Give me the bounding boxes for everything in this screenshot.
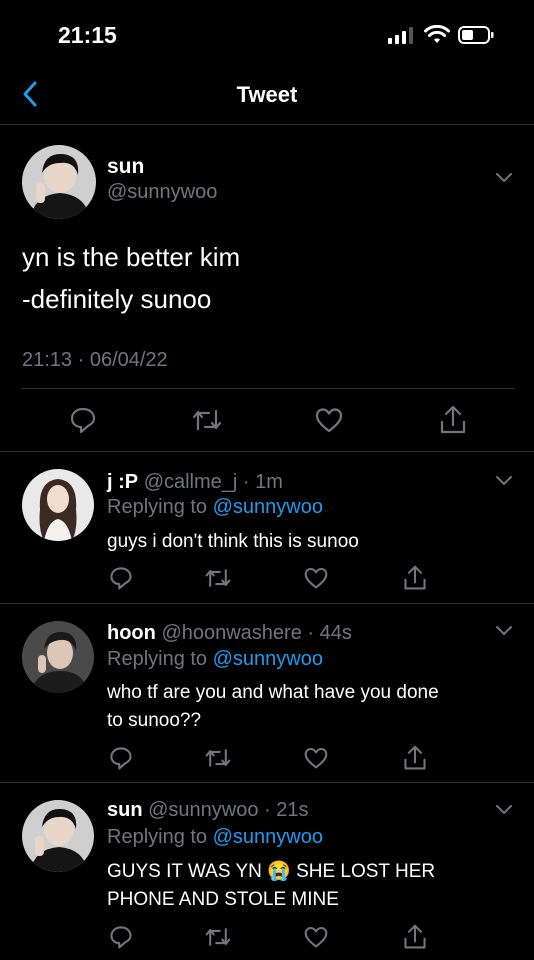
author-name[interactable]: sun [107, 799, 143, 821]
page-title: Tweet [236, 82, 298, 107]
reply-button[interactable] [68, 405, 98, 435]
like-button[interactable] [303, 746, 329, 770]
like-button[interactable] [303, 566, 329, 590]
author-handle[interactable]: @hoonwashere [161, 622, 301, 644]
share-icon [404, 565, 426, 590]
reply-icon [110, 567, 132, 590]
like-button[interactable] [314, 406, 344, 434]
status-time: 21:15 [58, 22, 117, 48]
retweet-icon [205, 749, 231, 767]
author-handle[interactable]: @callme_j [144, 471, 238, 493]
like-icon [304, 747, 328, 769]
retweet-button[interactable] [203, 924, 233, 950]
replying-to-label: Replying to [107, 648, 213, 670]
reply-text-line-1: GUYS IT WAS YN 😭 SHE LOST HER [107, 861, 436, 882]
more-chevron-icon [496, 805, 512, 815]
timestamp-divider [22, 388, 514, 389]
share-icon [404, 745, 426, 770]
reply-text-line-2: PHONE AND STOLE MINE [107, 889, 339, 910]
reply-meta: hoon @hoonwashere · 44s [107, 622, 352, 645]
reply-icon [70, 407, 96, 434]
status-icons [388, 24, 494, 46]
share-button[interactable] [402, 744, 428, 772]
author-handle[interactable]: @sunnywoo [107, 181, 217, 204]
cellular-signal-icon [388, 27, 413, 44]
like-icon [304, 567, 328, 589]
retweet-icon [205, 569, 231, 587]
replying-to-label: Replying to [107, 496, 213, 518]
reply-tweet[interactable]: sun @sunnywoo · 21s Replying to @sunnywo… [0, 783, 534, 960]
reply-button[interactable] [108, 924, 134, 950]
reply-icon [110, 926, 132, 949]
replying-to: Replying to @sunnywoo [107, 648, 323, 671]
avatar[interactable] [22, 621, 94, 693]
reply-button[interactable] [108, 745, 134, 771]
author-handle[interactable]: @sunnywoo [148, 799, 258, 821]
tweet-age: · 44s [307, 622, 352, 644]
replying-to: Replying to @sunnywoo [107, 496, 323, 519]
replying-to-handle[interactable]: @sunnywoo [213, 826, 323, 848]
more-chevron-icon [496, 626, 512, 636]
author-name[interactable]: hoon [107, 622, 156, 644]
reply-meta: j :P @callme_j · 1m [107, 471, 283, 494]
main-tweet[interactable]: sun @sunnywoo yn is the better kim -defi… [0, 125, 534, 450]
retweet-button[interactable] [203, 745, 233, 771]
wifi-icon [424, 25, 450, 43]
replying-to-label: Replying to [107, 826, 213, 848]
reply-icon [110, 747, 132, 770]
retweet-button[interactable] [190, 405, 224, 435]
tweet-age: · 21s [264, 799, 309, 821]
replying-to-handle[interactable]: @sunnywoo [213, 496, 323, 518]
reply-text-line-2: to sunoo?? [107, 710, 202, 731]
reply-text-line-1: guys i don't think this is sunoo [107, 531, 359, 552]
reply-tweet[interactable]: j :P @callme_j · 1m Replying to @sunnywo… [0, 452, 534, 602]
share-button[interactable] [402, 564, 428, 592]
replying-to-handle[interactable]: @sunnywoo [213, 648, 323, 670]
like-icon [315, 408, 343, 433]
tweet-text-line-1: yn is the better kim [22, 242, 241, 272]
more-options-button[interactable] [494, 803, 514, 817]
more-options-button[interactable] [494, 474, 514, 488]
reply-button[interactable] [108, 565, 134, 591]
share-button[interactable] [438, 404, 468, 436]
replying-to: Replying to @sunnywoo [107, 826, 323, 849]
more-options-button[interactable] [494, 171, 514, 185]
avatar[interactable] [22, 800, 94, 872]
reply-tweet[interactable]: hoon @hoonwashere · 44s Replying to @sun… [0, 604, 534, 782]
retweet-button[interactable] [203, 565, 233, 591]
retweet-icon [192, 409, 222, 431]
share-icon [404, 924, 426, 949]
avatar[interactable] [22, 469, 94, 541]
retweet-icon [205, 928, 231, 946]
author-name[interactable]: sun [107, 155, 144, 179]
author-name[interactable]: j :P [107, 471, 138, 493]
tweet-text-line-2: -definitely sunoo [22, 284, 212, 314]
battery-icon [458, 26, 494, 44]
like-button[interactable] [303, 925, 329, 949]
like-icon [304, 926, 328, 948]
avatar[interactable] [22, 145, 96, 219]
reply-meta: sun @sunnywoo · 21s [107, 799, 309, 822]
share-icon [440, 405, 466, 434]
tweet-age: · 1m [242, 471, 283, 493]
more-chevron-icon [496, 173, 512, 183]
more-chevron-icon [496, 476, 512, 486]
tweet-timestamp: 21:13 · 06/04/22 [22, 349, 168, 371]
reply-text-line-1: who tf are you and what have you done [107, 682, 439, 703]
share-button[interactable] [402, 923, 428, 951]
more-options-button[interactable] [494, 624, 514, 638]
